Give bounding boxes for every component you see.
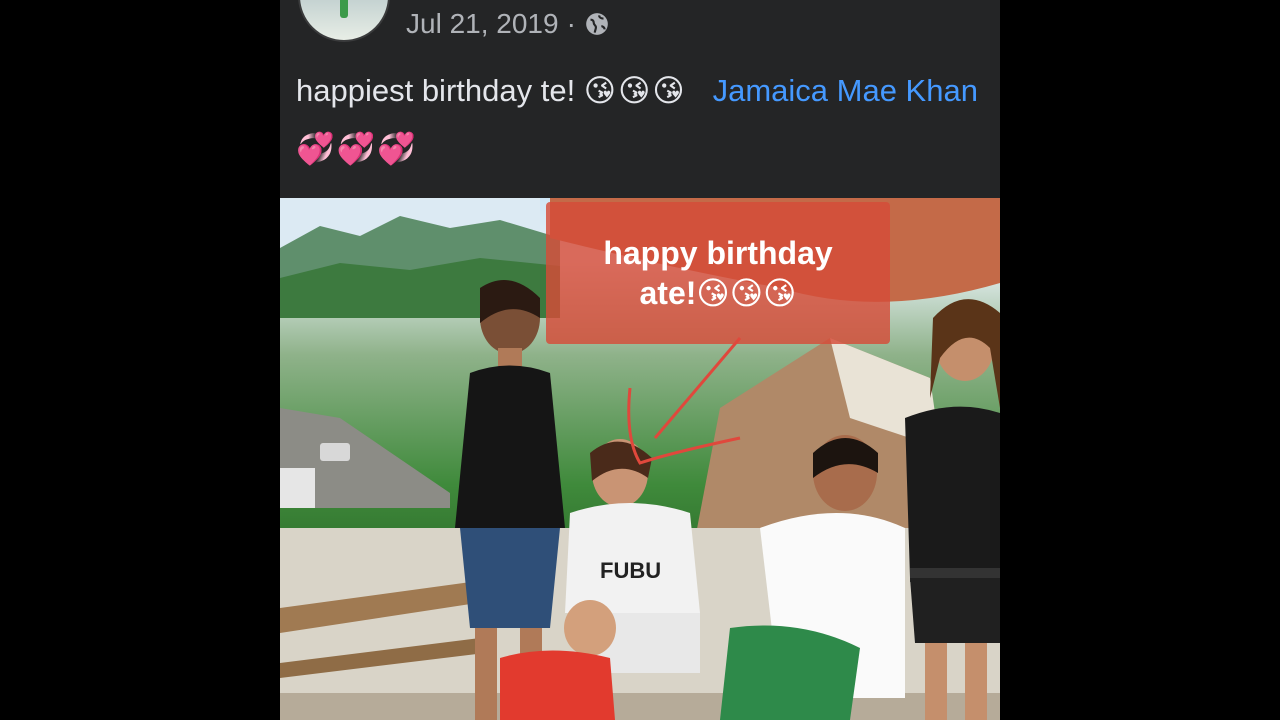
post-date[interactable]: Jul 21, 2019 bbox=[406, 8, 559, 40]
post-meta: Jul 21, 2019 · bbox=[406, 8, 610, 40]
post-header: Jul 21, 2019 · happiest birthday te! 😘😘😘… bbox=[280, 0, 1000, 198]
birthday-sticker: happy birthday ate!😘😘😘 bbox=[546, 202, 890, 344]
sticker-line-2: ate!😘😘😘 bbox=[639, 275, 797, 311]
avatar[interactable] bbox=[298, 0, 390, 42]
post-photo[interactable]: FUBU happy birthday ate!😘😘😘 bbox=[280, 198, 1000, 720]
caption-emojis: 😘😘😘 bbox=[583, 73, 687, 108]
woman-right bbox=[905, 299, 1000, 720]
avatar-figure bbox=[340, 0, 348, 18]
sticker-line-1: happy birthday bbox=[603, 235, 833, 271]
post-card: Jul 21, 2019 · happiest birthday te! 😘😘😘… bbox=[280, 0, 1000, 720]
caption-text: happiest birthday te! bbox=[296, 73, 584, 108]
post-caption: happiest birthday te! 😘😘😘 Jamaica Mae Kh… bbox=[296, 62, 996, 178]
mention-link[interactable]: Jamaica Mae Khan bbox=[713, 73, 978, 108]
globe-icon[interactable] bbox=[584, 11, 610, 37]
drawn-arrow bbox=[627, 337, 742, 465]
meta-separator: · bbox=[566, 8, 576, 39]
trailing-emojis: 💞💞💞 bbox=[296, 131, 418, 166]
boy-red-shirt bbox=[500, 600, 616, 720]
